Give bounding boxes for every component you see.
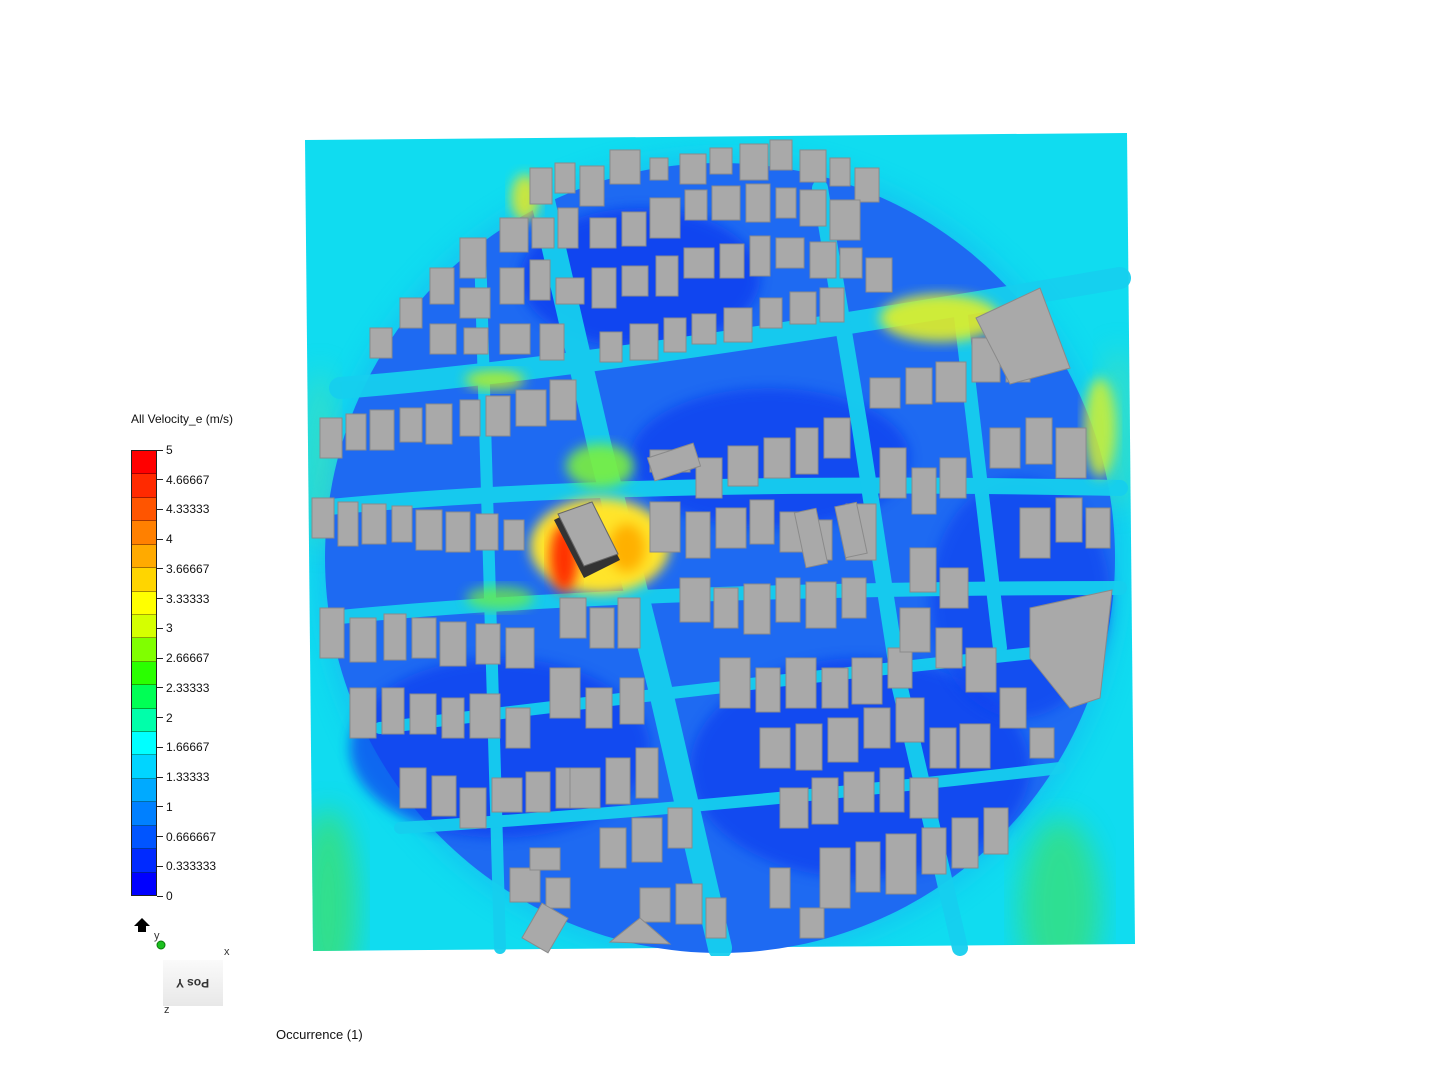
color-bar xyxy=(131,450,157,896)
color-bar-tick: 0.666667 xyxy=(157,830,216,844)
tick-mark xyxy=(157,538,163,540)
tick-label: 4 xyxy=(166,532,173,547)
tick-label: 1.33333 xyxy=(166,770,210,785)
tick-mark xyxy=(157,746,163,748)
tick-label: 4.66667 xyxy=(166,472,210,487)
color-bar-tick: 4.33333 xyxy=(157,502,209,516)
tick-label: 5 xyxy=(166,443,173,457)
tick-mark xyxy=(157,657,163,659)
color-bar-tick: 3.33333 xyxy=(157,592,209,606)
tick-label: 0.666667 xyxy=(166,829,217,844)
color-bar-tick: 1.66667 xyxy=(157,740,209,754)
color-bar-tick: 4 xyxy=(157,532,173,546)
y-axis-label: y xyxy=(154,930,160,942)
view-cube-label: Pos Y xyxy=(176,976,210,990)
color-bar-tick: 3 xyxy=(157,621,173,635)
color-bar-band xyxy=(132,474,156,498)
color-bar-tick: 2.33333 xyxy=(157,681,209,695)
color-bar-tick: 1 xyxy=(157,800,173,814)
y-axis-origin-icon xyxy=(156,940,166,950)
tick-mark xyxy=(157,865,163,867)
tick-label: 3.66667 xyxy=(166,561,210,576)
color-bar-band xyxy=(132,497,156,522)
tick-label: 2.66667 xyxy=(166,651,210,666)
color-bar-band xyxy=(132,732,156,756)
color-bar-tick: 3.66667 xyxy=(157,562,209,576)
color-bar-band xyxy=(132,638,156,662)
view-cube-face[interactable]: Pos Y xyxy=(163,960,223,1006)
axis-orientation-widget[interactable]: y x z Pos Y xyxy=(128,912,238,1022)
tick-label: 1.66667 xyxy=(166,740,210,755)
tick-mark xyxy=(157,895,163,897)
x-axis-label: x xyxy=(224,946,230,958)
color-bar-band xyxy=(132,708,156,733)
color-bar-band xyxy=(132,591,156,615)
color-bar-tick: 2.66667 xyxy=(157,651,209,665)
color-bar-band xyxy=(132,778,156,803)
color-bar-band xyxy=(132,568,156,592)
color-bar-band xyxy=(132,614,156,639)
color-bar-band xyxy=(132,685,156,709)
tick-label: 3.33333 xyxy=(166,591,210,606)
color-bar-tick: 4.66667 xyxy=(157,473,209,487)
color-bar-band xyxy=(132,872,156,896)
tick-label: 3 xyxy=(166,621,173,636)
home-view-icon xyxy=(134,918,150,932)
simulation-viewport[interactable] xyxy=(300,128,1140,956)
tick-mark xyxy=(157,568,163,570)
color-bar-band xyxy=(132,451,156,475)
color-bar-band xyxy=(132,755,156,779)
velocity-contour-plot xyxy=(305,133,1135,956)
tick-mark xyxy=(157,836,163,838)
tick-label: 2 xyxy=(166,710,173,725)
color-bar-band xyxy=(132,802,156,826)
color-bar-tick: 0.333333 xyxy=(157,859,216,873)
tick-label: 2.33333 xyxy=(166,680,210,695)
occurrence-label: Occurrence (1) xyxy=(276,1027,363,1042)
tick-mark xyxy=(157,627,163,629)
tick-label: 4.33333 xyxy=(166,502,210,517)
tick-mark xyxy=(157,508,163,510)
color-bar-tick: 2 xyxy=(157,711,173,725)
tick-mark xyxy=(157,806,163,808)
color-bar-tick: 1.33333 xyxy=(157,770,209,784)
tick-label: 0.333333 xyxy=(166,859,217,874)
tick-label: 1 xyxy=(166,799,173,814)
color-bar-band xyxy=(132,825,156,850)
color-bar-tick: 5 xyxy=(157,443,173,457)
tick-mark xyxy=(157,717,163,719)
tick-mark xyxy=(157,479,163,481)
tick-label: 0 xyxy=(166,889,173,903)
color-bar-band xyxy=(132,849,156,873)
tick-mark xyxy=(157,449,163,451)
tick-mark xyxy=(157,598,163,600)
color-bar-tick: 0 xyxy=(157,889,173,903)
color-bar-band xyxy=(132,521,156,545)
color-bar-band xyxy=(132,661,156,686)
color-bar-band xyxy=(132,544,156,569)
tick-mark xyxy=(157,776,163,778)
tick-mark xyxy=(157,687,163,689)
